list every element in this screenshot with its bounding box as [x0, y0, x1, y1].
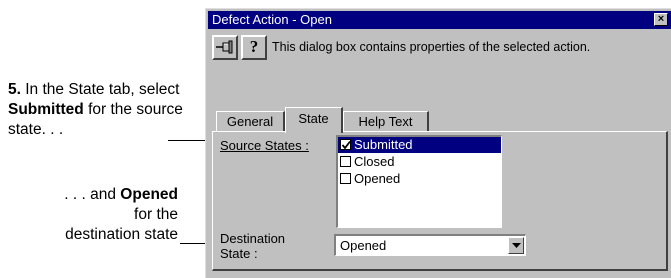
help-description: This dialog box contains properties of t…: [272, 40, 591, 54]
dropdown-button[interactable]: [508, 237, 524, 254]
source-states-list[interactable]: Submitted Closed Opened: [336, 135, 502, 228]
question-icon: ?: [249, 37, 259, 56]
tab-help-text[interactable]: Help Text: [343, 111, 429, 131]
dest-text-3: destination state: [65, 226, 178, 243]
source-state-label: Opened: [354, 171, 401, 186]
destination-state-value: Opened: [340, 238, 387, 253]
checkbox-icon[interactable]: [340, 173, 351, 184]
step-emphasis: Submitted: [8, 101, 84, 118]
checkbox-checked-icon[interactable]: [340, 139, 351, 150]
step-instruction: 5. In the State tab, select Submitted fo…: [8, 80, 198, 140]
source-states-label: Source States :: [220, 138, 309, 153]
source-states-label-text: Source States :: [220, 138, 309, 153]
dest-emphasis: Opened: [120, 186, 178, 203]
destination-state-label: Destination State :: [220, 231, 286, 261]
source-state-label: Closed: [354, 154, 395, 169]
title-bar[interactable]: Defect Action - Open ×: [208, 11, 671, 29]
chevron-down-icon: [512, 243, 521, 248]
defect-action-dialog: Defect Action - Open × ? This dialog box…: [205, 8, 671, 278]
dialog-title: Defect Action - Open: [212, 12, 332, 27]
dest-text-1: . . . and: [64, 186, 121, 203]
destination-state-dropdown[interactable]: Opened: [334, 234, 526, 256]
step-number: 5.: [8, 81, 21, 98]
tab-general[interactable]: General: [216, 111, 285, 131]
dest-text-2: for the: [134, 206, 178, 223]
source-leader-line: [168, 140, 210, 141]
close-icon: ×: [657, 13, 665, 25]
step-text-1: In the State tab, select: [20, 81, 180, 98]
checkbox-icon[interactable]: [340, 156, 351, 167]
tab-state[interactable]: State: [285, 107, 343, 133]
source-state-item[interactable]: Closed: [338, 154, 501, 170]
destination-instruction: . . . and Opened for the destination sta…: [64, 185, 178, 245]
pushpin-icon: [216, 40, 233, 54]
source-state-item[interactable]: Opened: [338, 171, 501, 187]
source-state-item[interactable]: Submitted: [338, 137, 501, 153]
source-state-label: Submitted: [354, 137, 413, 152]
close-button[interactable]: ×: [654, 13, 668, 26]
pin-button[interactable]: [212, 35, 238, 60]
help-button[interactable]: ?: [241, 35, 267, 60]
